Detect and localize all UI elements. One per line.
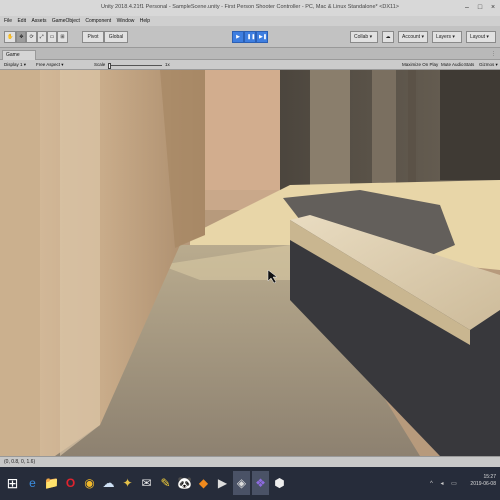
step-button[interactable]: ▶❚ [256,31,268,43]
app-icon[interactable]: ✦ [119,471,136,495]
maximize-icon[interactable]: □ [475,3,485,12]
left-wall-face [60,70,100,456]
menu-assets[interactable]: Assets [31,18,46,24]
move-tool-icon[interactable]: ✥ [16,31,27,43]
game-view-controls: Display 1 ▾ Free Aspect ▾ Scale 1x Maxim… [0,60,500,70]
scale-tool-icon[interactable]: ⤢ [36,31,47,43]
global-toggle[interactable]: Global [104,31,128,43]
game-scene-render [0,70,500,456]
menu-bar: File Edit Assets GameObject Component Wi… [0,16,500,26]
scale-slider-track[interactable] [108,65,162,66]
file-explorer-icon[interactable]: 📁 [43,471,60,495]
main-toolbar: ✋ ✥ ⟳ ⤢ ▭ ⊞ Pivot Global ▶ ❚❚ ▶❚ Collab … [0,26,500,48]
left-wall-near [0,70,40,456]
window-titlebar: Unity 2018.4.21f1 Personal - SampleScene… [0,0,500,16]
cloud-app-icon[interactable]: ☁ [100,471,117,495]
back-wall [195,70,280,210]
mail-icon[interactable]: ✉ [138,471,155,495]
far-pillar [372,70,396,195]
system-tray-icons[interactable]: ^ ◂ ▭ [430,480,460,487]
clock-date: 2019-06-08 [470,481,496,487]
clock-time: 15:27 [483,474,496,480]
visual-studio-icon[interactable]: ❖ [252,471,269,495]
pivot-toggle[interactable]: Pivot [82,31,104,43]
account-dropdown[interactable]: Account ▾ [398,31,428,43]
layout-dropdown[interactable]: Layout ▾ [466,31,496,43]
rect-tool-icon[interactable]: ▭ [46,31,58,43]
mute-audio-toggle[interactable]: Mute Audio [441,62,464,67]
layers-dropdown[interactable]: Layers ▾ [432,31,462,43]
tab-game[interactable]: Game [2,50,36,60]
scale-label: Scale [94,62,106,67]
os-taskbar: ⊞ e 📁 O ◉ ☁ ✦ ✉ ✎ 🐼 ◆ ▶ ◈ ❖ ⬢ ^ ◂ ▭ 15:2… [0,467,500,500]
aspect-dropdown[interactable]: Free Aspect ▾ [36,62,64,68]
far-wall-shadow [440,70,500,180]
status-bar: (0, 0.8, 0, 1.6) [0,456,500,467]
pivot-controls: Pivot Global [82,31,128,43]
menu-edit[interactable]: Edit [17,18,26,24]
menu-file[interactable]: File [4,18,12,24]
play-button[interactable]: ▶ [232,31,244,43]
app-icon[interactable]: ⬢ [271,471,288,495]
hand-tool-icon[interactable]: ✋ [4,31,17,43]
cloud-icon[interactable]: ☁ [382,31,394,43]
transform-tool-icon[interactable]: ⊞ [57,31,68,43]
menu-help[interactable]: Help [140,18,150,24]
far-pillar [408,70,416,190]
panel-menu-icon[interactable]: ⋮ [491,51,496,57]
scale-value: 1x [165,62,170,67]
menu-window[interactable]: Window [117,18,135,24]
transform-tools: ✋ ✥ ⟳ ⤢ ▭ ⊞ [4,31,68,43]
chrome-browser-icon[interactable]: ◉ [81,471,98,495]
collab-dropdown[interactable]: Collab ▾ [350,31,378,43]
media-player-icon[interactable]: ▶ [214,471,231,495]
display-dropdown[interactable]: Display 1 ▾ [4,62,26,68]
game-tab-strip: Game ⋮ [0,48,500,60]
play-controls: ▶ ❚❚ ▶❚ [232,31,268,43]
edge-browser-icon[interactable]: e [24,471,41,495]
rotate-tool-icon[interactable]: ⟳ [26,31,37,43]
game-tab-label: Game [6,52,20,58]
start-icon[interactable]: ⊞ [4,471,21,495]
status-text: (0, 0.8, 0, 1.6) [4,459,36,465]
maximize-on-play-toggle[interactable]: Maximize On Play [402,62,438,67]
gizmos-dropdown[interactable]: Gizmos ▾ [479,62,498,68]
minimize-icon[interactable]: – [462,3,472,12]
blender-icon[interactable]: ◆ [195,471,212,495]
game-viewport[interactable] [0,70,500,456]
window-title: Unity 2018.4.21f1 Personal - SampleScene… [101,4,399,10]
clock[interactable]: 15:27 2019-06-08 [470,474,496,488]
menu-component[interactable]: Component [85,18,111,24]
menu-gameobject[interactable]: GameObject [52,18,80,24]
notes-icon[interactable]: ✎ [157,471,174,495]
far-pillar [310,70,350,185]
stats-toggle[interactable]: Stats [464,62,474,67]
pause-button[interactable]: ❚❚ [244,31,256,43]
close-icon[interactable]: × [488,3,498,12]
scale-slider-thumb[interactable] [108,62,111,69]
opera-browser-icon[interactable]: O [62,471,79,495]
panda-app-icon[interactable]: 🐼 [176,471,193,495]
unity-icon[interactable]: ◈ [233,471,250,495]
